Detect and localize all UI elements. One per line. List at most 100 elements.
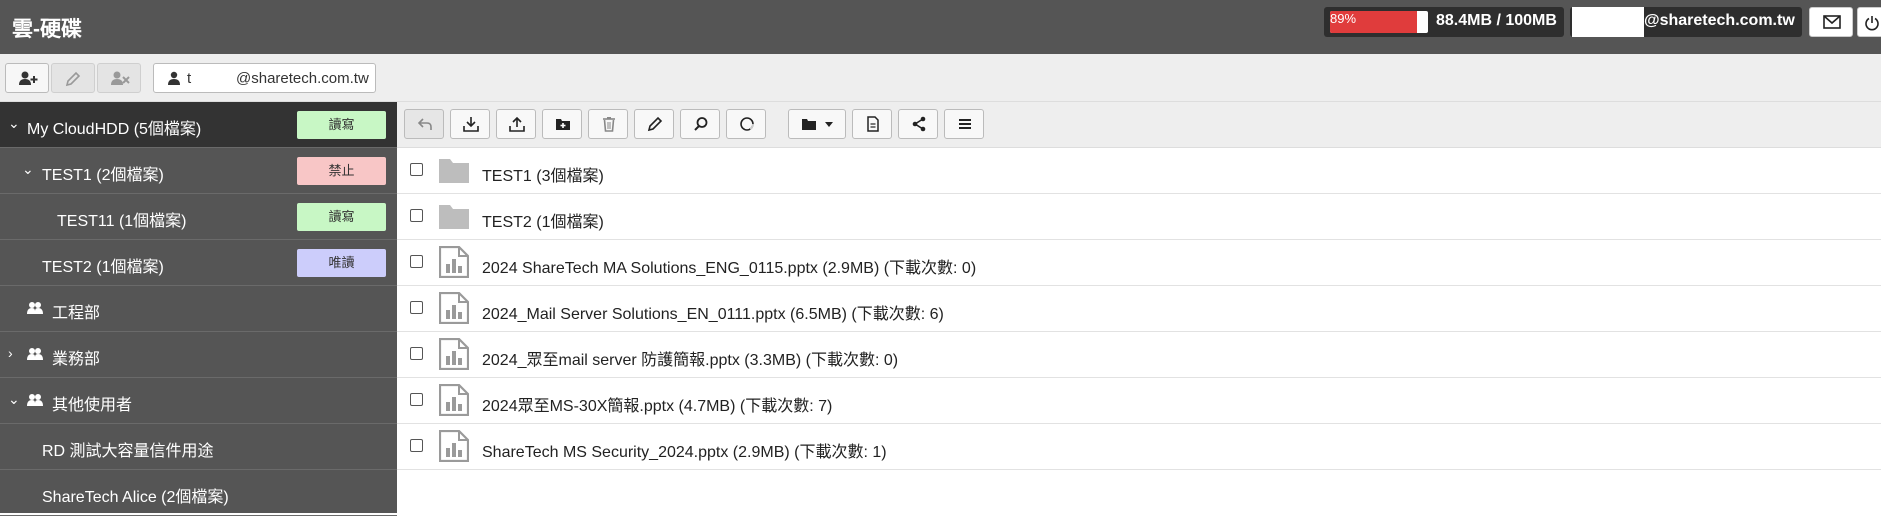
tree-item-label: RD 測試大容量信件用途 [42, 443, 214, 460]
presentation-file-icon [439, 338, 469, 370]
share-button[interactable] [898, 109, 938, 139]
top-bar: 雲-硬碟 89% 88.4MB / 100MB @sharetech.com.t… [0, 0, 1881, 54]
permission-badge: 禁止 [297, 157, 386, 185]
row-checkbox[interactable] [410, 255, 423, 268]
quota-percent: 89% [1330, 11, 1357, 26]
presentation-file-icon [439, 430, 469, 462]
add-user-button[interactable] [5, 63, 49, 93]
power-icon [1865, 16, 1879, 31]
hamburger-icon [959, 119, 971, 129]
add-user-icon [19, 71, 38, 85]
account-email-text: @sharetech.com.tw [1644, 12, 1795, 29]
chevron-down-icon[interactable]: ⌄ [22, 161, 34, 178]
tree-item-other-users[interactable]: ⌄ 其他使用者 [0, 378, 397, 424]
remove-user-button[interactable] [97, 63, 141, 93]
user-toolbar: t @sharetech.com.tw [0, 54, 1881, 102]
presentation-file-icon [439, 246, 469, 278]
row-checkbox[interactable] [410, 347, 423, 360]
group-icon [27, 302, 43, 314]
row-checkbox[interactable] [410, 393, 423, 406]
tree-item-rd-test[interactable]: RD 測試大容量信件用途 [0, 424, 397, 470]
delete-button[interactable] [588, 109, 628, 139]
folder-tree-sidebar: ⌄ My CloudHDD (5個檔案) 讀寫 ⌄ TEST1 (2個檔案) 禁… [0, 102, 397, 516]
file-name[interactable]: 2024 ShareTech MA Solutions_ENG_0115.ppt… [482, 254, 976, 278]
file-name[interactable]: TEST2 (1個檔案) [482, 208, 604, 232]
permission-badge: 讀寫 [297, 111, 386, 139]
upload-icon [509, 116, 525, 132]
search-button[interactable] [680, 109, 720, 139]
search-icon [694, 117, 708, 131]
tree-item-sales[interactable]: › 業務部 [0, 332, 397, 378]
properties-button[interactable] [852, 109, 892, 139]
permission-badge: 讀寫 [297, 203, 386, 231]
row-checkbox[interactable] [410, 209, 423, 222]
download-button[interactable] [450, 109, 490, 139]
rename-button[interactable] [634, 109, 674, 139]
tree-item-test11[interactable]: TEST11 (1個檔案) 讀寫 [0, 194, 397, 240]
permission-badge: 唯讀 [297, 249, 386, 277]
tree-item-label: My CloudHDD (5個檔案) [27, 121, 202, 138]
file-row[interactable]: 2024眾至MS-30X簡報.pptx (4.7MB) (下載次數: 7) [397, 378, 1881, 424]
pencil-icon [65, 71, 81, 87]
current-user-selector[interactable]: t @sharetech.com.tw [153, 63, 376, 93]
trash-icon [603, 117, 615, 132]
folder-icon [802, 119, 816, 130]
logout-button[interactable] [1857, 7, 1881, 37]
tree-item-label: 其他使用者 [52, 397, 133, 414]
redacted-block [1572, 7, 1644, 37]
refresh-icon [740, 117, 754, 131]
tree-item-my-cloudhdd[interactable]: ⌄ My CloudHDD (5個檔案) 讀寫 [0, 102, 397, 148]
mail-button[interactable] [1809, 7, 1853, 37]
tree-item-test1[interactable]: ⌄ TEST1 (2個檔案) 禁止 [0, 148, 397, 194]
presentation-file-icon [439, 384, 469, 416]
tree-item-engineering[interactable]: 工程部 [0, 286, 397, 332]
file-name[interactable]: 2024眾至MS-30X簡報.pptx (4.7MB) (下載次數: 7) [482, 392, 832, 416]
quota-usage: 88.4MB / 100MB [1436, 12, 1557, 29]
user-email-suffix: @sharetech.com.tw [236, 70, 369, 87]
file-row[interactable]: 2024_Mail Server Solutions_EN_0111.pptx … [397, 286, 1881, 332]
file-row[interactable]: 2024_眾至mail server 防護簡報.pptx (3.3MB) (下載… [397, 332, 1881, 378]
new-folder-button[interactable] [542, 109, 582, 139]
menu-button[interactable] [944, 109, 984, 139]
back-button[interactable] [404, 109, 444, 139]
tree-item-label: TEST1 (2個檔案) [42, 167, 164, 184]
file-name[interactable]: 2024_Mail Server Solutions_EN_0111.pptx … [482, 300, 944, 324]
document-icon [867, 116, 879, 132]
tree-item-label: TEST2 (1個檔案) [42, 259, 164, 276]
row-checkbox[interactable] [410, 301, 423, 314]
share-icon [912, 116, 926, 132]
file-row[interactable]: TEST2 (1個檔案) [397, 194, 1881, 240]
upload-button[interactable] [496, 109, 536, 139]
file-name[interactable]: 2024_眾至mail server 防護簡報.pptx (3.3MB) (下載… [482, 346, 898, 370]
app-title: 雲-硬碟 [12, 18, 82, 41]
group-icon [27, 348, 43, 360]
tree-item-test2[interactable]: TEST2 (1個檔案) 唯讀 [0, 240, 397, 286]
chevron-down-icon[interactable]: ⌄ [8, 115, 20, 132]
edit-user-button[interactable] [51, 63, 95, 93]
folder-dropdown-button[interactable] [788, 109, 846, 139]
file-row[interactable]: ShareTech MS Security_2024.pptx (2.9MB) … [397, 424, 1881, 470]
file-name[interactable]: TEST1 (3個檔案) [482, 162, 604, 186]
folder-icon [439, 205, 469, 229]
file-name[interactable]: ShareTech MS Security_2024.pptx (2.9MB) … [482, 438, 887, 462]
remove-user-icon [111, 71, 130, 85]
tree-item-label: 工程部 [52, 305, 101, 322]
tree-item-sharetech-alice[interactable]: ShareTech Alice (2個檔案) [0, 470, 397, 516]
tree-item-label: TEST11 (1個檔案) [57, 213, 187, 230]
presentation-file-icon [439, 292, 469, 324]
user-icon [168, 71, 180, 85]
group-icon [27, 394, 43, 406]
file-toolbar [397, 102, 1881, 148]
row-checkbox[interactable] [410, 439, 423, 452]
row-checkbox[interactable] [410, 163, 423, 176]
file-row[interactable]: 2024 ShareTech MA Solutions_ENG_0115.ppt… [397, 240, 1881, 286]
chevron-down-icon[interactable]: ⌄ [8, 391, 20, 408]
refresh-button[interactable] [726, 109, 766, 139]
pencil-icon [647, 116, 663, 132]
user-email-prefix: t [187, 70, 192, 87]
chevron-right-icon[interactable]: › [8, 345, 13, 361]
storage-quota: 89% 88.4MB / 100MB [1324, 7, 1564, 37]
file-row[interactable]: TEST1 (3個檔案) [397, 148, 1881, 194]
envelope-icon [1823, 15, 1841, 29]
folder-plus-icon [556, 119, 570, 130]
